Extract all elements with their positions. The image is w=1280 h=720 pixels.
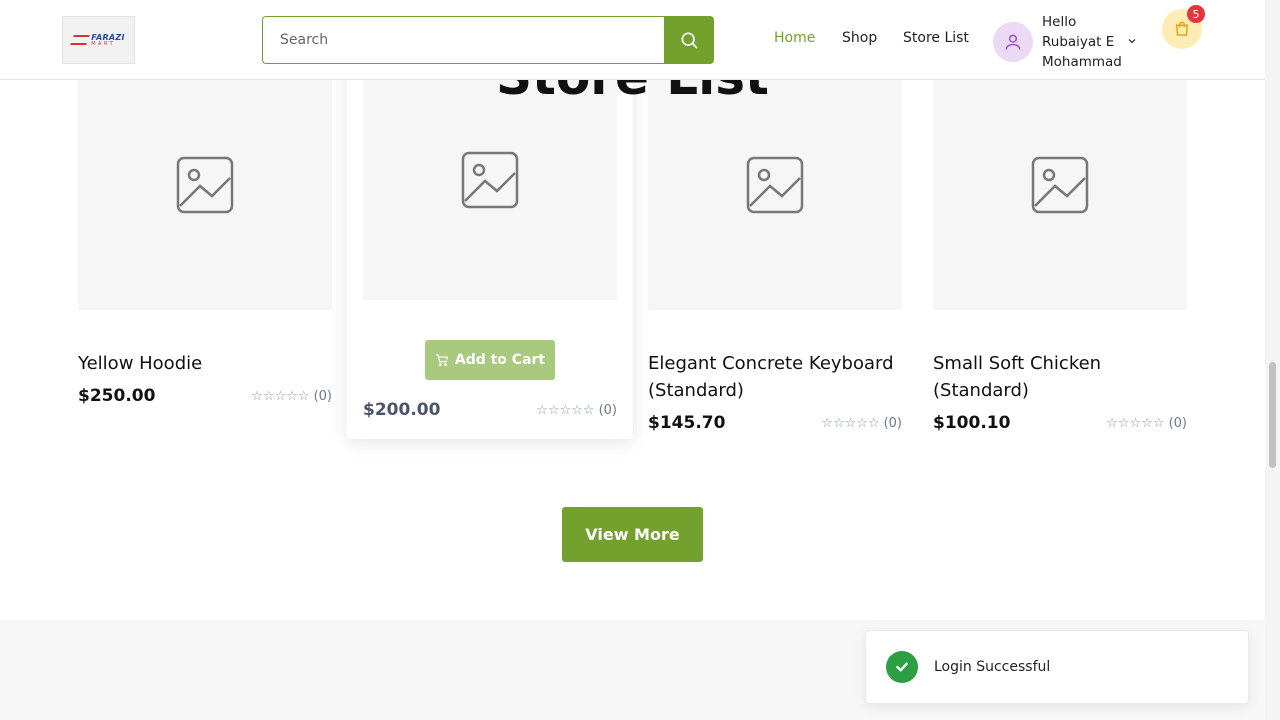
logo-mark-icon (70, 35, 91, 45)
toast-message: Login Successful (934, 659, 1051, 675)
nav-store-list[interactable]: Store List (903, 30, 969, 46)
user-greeting: Hello Rubaiyat E Mohammad (1042, 14, 1122, 70)
star-icon: ☆☆☆☆☆ (251, 388, 310, 404)
cart-button[interactable]: 5 (1162, 5, 1205, 49)
product-meta: $200.00 ☆☆☆☆☆ (0) (363, 400, 617, 420)
user-menu[interactable]: Hello Rubaiyat E Mohammad (993, 12, 1138, 72)
cart-icon (436, 354, 448, 367)
add-to-cart-label: Add to Cart (454, 352, 546, 368)
product-rating: ☆☆☆☆☆ (0) (536, 403, 617, 418)
product-price: $100.10 (933, 413, 1011, 433)
product-meta: $100.10 ☆☆☆☆☆ (0) (933, 413, 1187, 433)
scrollbar-thumb[interactable] (1269, 362, 1276, 468)
review-count: (0) (598, 402, 617, 418)
product-card[interactable]: Small Soft Chicken (Standard) $100.10 ☆☆… (933, 60, 1187, 433)
product-price: $145.70 (648, 413, 726, 433)
image-placeholder-icon (461, 151, 519, 209)
view-more-button[interactable]: View More (562, 507, 703, 562)
product-card[interactable]: Yellow Hoodie $250.00 ☆☆☆☆☆ (0) (78, 60, 332, 406)
image-placeholder-icon (746, 156, 804, 214)
login-toast[interactable]: Login Successful (865, 630, 1249, 704)
image-placeholder-icon (176, 156, 234, 214)
review-count: (0) (883, 415, 902, 431)
site-header: FARAZI MART Home Shop Store List Hello R… (0, 0, 1265, 80)
cart-count-badge: 5 (1187, 5, 1205, 23)
check-circle-icon (886, 651, 918, 683)
star-icon: ☆☆☆☆☆ (821, 415, 880, 431)
avatar (993, 22, 1033, 62)
product-meta: $250.00 ☆☆☆☆☆ (0) (78, 386, 332, 406)
search-icon (681, 32, 698, 49)
search-button[interactable] (664, 16, 714, 64)
product-rating: ☆☆☆☆☆ (0) (821, 416, 902, 431)
product-card[interactable]: Elegant Concrete Keyboard (Standard) $14… (648, 60, 902, 433)
logo-text: FARAZI MART (91, 33, 125, 47)
product-name[interactable]: Yellow Hoodie (78, 350, 332, 377)
review-count: (0) (1168, 415, 1187, 431)
product-name[interactable]: Small Soft Chicken (Standard) (933, 350, 1187, 404)
chevron-down-icon[interactable] (1126, 35, 1138, 47)
nav-shop[interactable]: Shop (842, 30, 877, 46)
logo-line2: MART (91, 40, 116, 47)
product-rating: ☆☆☆☆☆ (0) (1106, 416, 1187, 431)
search-bar (262, 16, 714, 64)
logo-inner: FARAZI MART (70, 33, 125, 47)
product-price: $250.00 (78, 386, 156, 406)
page-scrollbar[interactable] (1265, 0, 1280, 720)
user-icon (1005, 34, 1021, 50)
product-rating: ☆☆☆☆☆ (0) (251, 389, 332, 404)
review-count: (0) (313, 388, 332, 404)
product-meta: $145.70 ☆☆☆☆☆ (0) (648, 413, 902, 433)
nav-home[interactable]: Home (774, 30, 815, 46)
star-icon: ☆☆☆☆☆ (1106, 415, 1165, 431)
product-price: $200.00 (363, 400, 441, 420)
shopping-bag-icon (1175, 21, 1189, 36)
search-input[interactable] (262, 16, 664, 64)
image-placeholder-icon (1031, 156, 1089, 214)
product-name[interactable]: Elegant Concrete Keyboard (Standard) (648, 350, 902, 404)
site-logo[interactable]: FARAZI MART (62, 16, 135, 64)
star-icon: ☆☆☆☆☆ (536, 402, 595, 418)
add-to-cart-button[interactable]: Add to Cart (425, 340, 555, 380)
